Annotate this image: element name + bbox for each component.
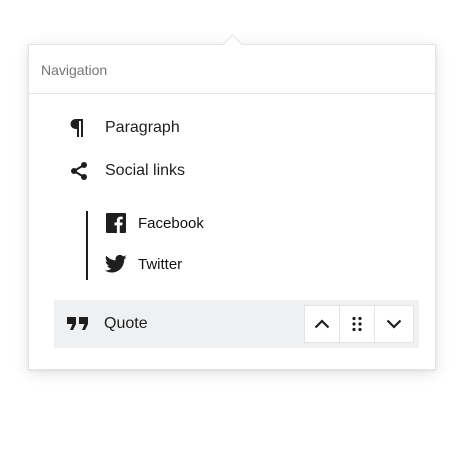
item-label: Twitter: [138, 255, 183, 273]
quote-item-content: Quote: [66, 312, 148, 336]
list-item-twitter[interactable]: Twitter: [104, 252, 182, 276]
list-item-quote[interactable]: Quote: [54, 300, 419, 348]
share-icon: [67, 159, 91, 183]
popover-title: Navigation: [41, 62, 108, 78]
chevron-down-icon: [386, 319, 402, 329]
move-down-button[interactable]: [375, 306, 413, 342]
chevron-up-icon: [314, 319, 330, 329]
facebook-icon: [104, 211, 128, 235]
list-item-paragraph[interactable]: Paragraph: [67, 116, 180, 140]
twitter-icon: [104, 252, 128, 276]
drag-handle-button[interactable]: [340, 306, 375, 342]
item-label: Paragraph: [105, 119, 180, 136]
item-label: Social links: [105, 162, 186, 179]
item-label: Facebook: [138, 214, 204, 232]
list-item-facebook[interactable]: Facebook: [104, 211, 204, 235]
paragraph-icon: [67, 116, 91, 140]
drag-handle-icon: [352, 316, 362, 332]
block-movers: [304, 305, 414, 343]
list-item-social-links[interactable]: Social links: [67, 159, 185, 183]
quote-icon: [66, 312, 90, 336]
navigation-popover: Navigation Paragraph Social links Facebo…: [28, 44, 436, 370]
nesting-line: [86, 211, 88, 280]
item-label: Quote: [104, 315, 148, 332]
move-up-button[interactable]: [305, 306, 340, 342]
